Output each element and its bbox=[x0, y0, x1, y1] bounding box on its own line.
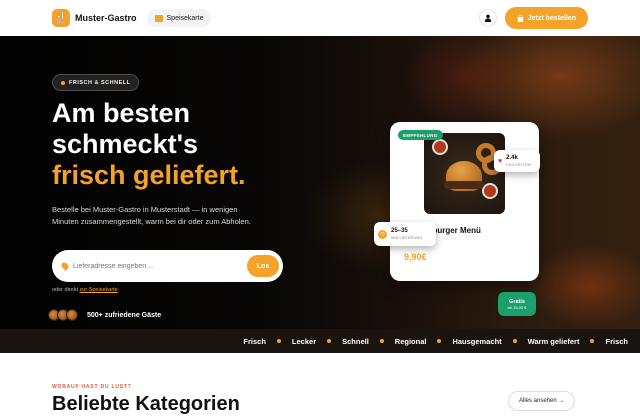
favorites-chip: ♥ 2.4k FAVORITEN bbox=[494, 150, 540, 172]
user-button[interactable] bbox=[478, 9, 497, 27]
ticker-dot-icon bbox=[590, 339, 595, 343]
marquee-ticker: Frisch Lecker Schnell Regional Hausgemac… bbox=[0, 329, 640, 353]
brand-name[interactable]: Muster-Gastro bbox=[75, 13, 137, 23]
clock-icon: ◷ bbox=[378, 229, 387, 239]
dip-icon bbox=[432, 139, 448, 155]
ticker-item: Frisch bbox=[243, 337, 292, 346]
see-all-button[interactable]: Alles ansehen → bbox=[508, 391, 576, 411]
categories-section: WORAUF HAST DU LUST? Beliebte Kategorien… bbox=[0, 353, 640, 415]
hero-headline: Am besten schmeckt's frisch geliefert. bbox=[52, 98, 332, 191]
address-input[interactable] bbox=[73, 262, 247, 270]
menu-button[interactable]: Speisekarte bbox=[146, 9, 212, 27]
guests-count: 500+ zufriedene Gäste bbox=[87, 311, 162, 319]
ticker-dot-icon bbox=[379, 339, 384, 343]
location-pin-icon bbox=[60, 261, 70, 271]
headline-line-1: Am besten bbox=[52, 98, 191, 128]
delivery-label: MIN LIEFERUNG bbox=[391, 235, 423, 240]
ticker-item: Warm geliefert bbox=[528, 337, 606, 346]
hero-section: FRISCH & SCHNELL Am besten schmeckt's fr… bbox=[0, 36, 640, 329]
delivery-time-chip: ◷ 25–35 MIN LIEFERUNG bbox=[374, 222, 436, 246]
ticker-item: Schnell bbox=[342, 337, 395, 346]
featured-product-card[interactable]: EMPFEHLUNG Cheeseburger Menü ★★★★★ 9,90€ bbox=[390, 122, 539, 281]
product-price: 9,90€ bbox=[404, 252, 427, 262]
ticker-item: Hausgemacht bbox=[452, 337, 527, 346]
fork-knife-icon[interactable]: 🍴 bbox=[52, 9, 70, 27]
heart-icon: ♥ bbox=[498, 157, 503, 165]
order-button[interactable]: Jetzt bestellen bbox=[504, 7, 588, 29]
favorites-count: 2.4k bbox=[506, 155, 518, 161]
hero-badge: FRISCH & SCHNELL bbox=[52, 74, 140, 91]
menu-link[interactable]: zur Speisekarte bbox=[80, 287, 118, 293]
ticker-item: Lecker bbox=[292, 337, 342, 346]
headline-line-2: schmeckt's bbox=[52, 129, 199, 159]
dip-icon bbox=[482, 183, 498, 199]
patty-icon bbox=[444, 181, 484, 189]
badge-dot-icon bbox=[61, 80, 65, 85]
site-header: 🍴 Muster-Gastro Speisekarte Jetzt bestel… bbox=[0, 0, 640, 36]
recommendation-badge: EMPFEHLUNG bbox=[398, 130, 443, 140]
address-search: Los bbox=[52, 250, 283, 282]
order-button-label: Jetzt bestellen bbox=[527, 14, 576, 22]
menu-icon bbox=[154, 14, 163, 22]
section-title: Beliebte Kategorien bbox=[52, 393, 240, 415]
ticker-dot-icon bbox=[327, 339, 332, 343]
product-image bbox=[424, 133, 505, 214]
ticker-item: Regional bbox=[395, 337, 453, 346]
ticker-dot-icon bbox=[276, 339, 281, 343]
ticker-item: Frisch bbox=[605, 336, 628, 346]
hero-description: Bestelle bei Muster-Gastro in Musterstad… bbox=[52, 205, 251, 226]
hero-badge-label: FRISCH & SCHNELL bbox=[69, 79, 131, 86]
menu-button-label: Speisekarte bbox=[166, 14, 204, 22]
section-kicker: WORAUF HAST DU LUST? bbox=[52, 384, 132, 390]
headline-highlight: frisch geliefert. bbox=[52, 160, 246, 190]
search-submit-button[interactable]: Los bbox=[247, 255, 279, 277]
bag-icon bbox=[517, 14, 524, 22]
favorites-label: FAVORITEN bbox=[506, 162, 532, 167]
ticker-dot-icon bbox=[437, 339, 442, 343]
guests-row: 500+ zufriedene Gäste bbox=[48, 309, 161, 321]
free-subtitle: ab 15,00 € bbox=[507, 304, 527, 310]
user-icon bbox=[484, 14, 491, 22]
free-delivery-chip: Gratis ab 15,00 € bbox=[498, 292, 536, 316]
direct-prefix: oder direkt bbox=[52, 287, 78, 293]
delivery-time: 25–35 bbox=[391, 228, 408, 234]
ticker-dot-icon bbox=[512, 339, 517, 343]
avatar bbox=[66, 309, 78, 321]
direct-link-row: oder direkt zur Speisekarte bbox=[52, 287, 118, 293]
